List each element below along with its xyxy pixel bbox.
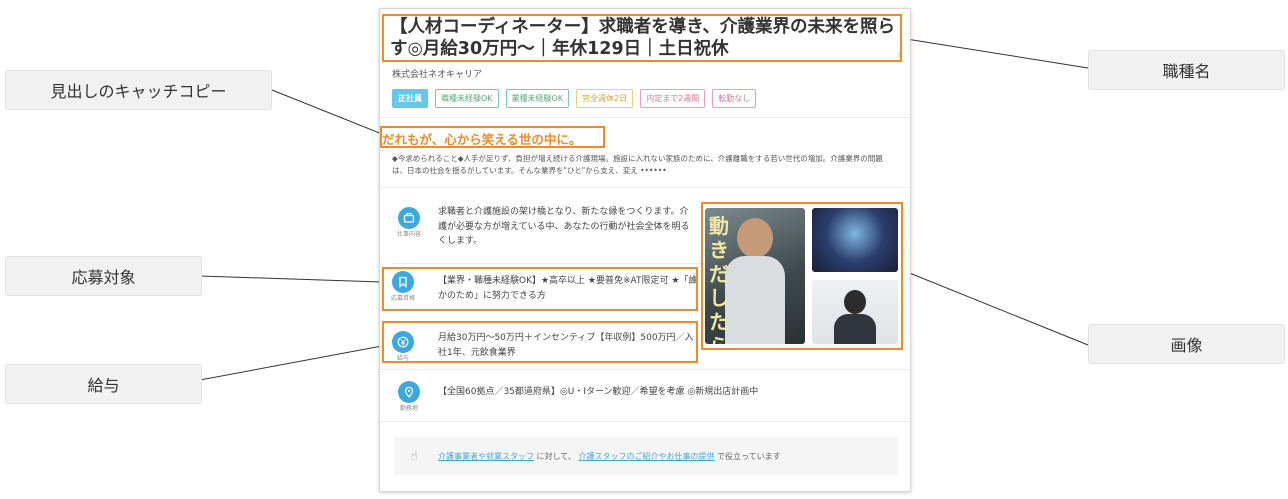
chevron-right-icon[interactable]: › [896, 47, 902, 63]
callout-target-label: 応募対象 [71, 268, 136, 287]
person-head [844, 290, 866, 314]
person-body [834, 314, 876, 344]
salary-text: 月給30万円～50万円＋インセンティブ【年収例】500万円／入社1年、元飲食業界 [438, 333, 694, 358]
divider [392, 263, 704, 264]
photo-overlay-text: 動 きだしたら 変わっていた [709, 214, 729, 344]
row-location-icon-group: 勤務地 [392, 381, 426, 412]
callout-image-label: 画像 [1170, 336, 1203, 355]
photo-event-stage[interactable] [812, 208, 898, 272]
row-label: 給与 [396, 355, 409, 362]
footer-mid-text: に対して、 [536, 452, 576, 461]
tag-industry-inexperienced: 業種未経験OK [505, 89, 570, 108]
job-description[interactable]: ◆今求められること◆人手が足りず、負担が増え続ける介護現場。施設に入れない家族の… [392, 153, 897, 177]
footer-link-providers[interactable]: 介護事業者や就業スタッフ [438, 452, 534, 461]
job-listing-card[interactable]: 【人材コーディネーター】求職者を導き、介護業界の未来を照らす◎月給30万円～｜年… [379, 8, 911, 492]
qualification-text: 【業界・職種未経験OK】★高卒以上 ★要普免※AT限定可 ★「誰かのため」に努力… [438, 276, 698, 301]
row-label: 応募資格 [390, 295, 415, 302]
row-label: 勤務地 [399, 405, 418, 412]
divider [380, 187, 910, 188]
footer-end-text: で役立っています [717, 452, 781, 461]
tag-list: 正社員 職種未経験OK 業種未経験OK 完全週休2日 内定まで2週間 転勤なし [392, 89, 757, 108]
tag-job-inexperienced: 職種未経験OK [435, 89, 499, 108]
callout-target: 応募対象 [5, 256, 202, 296]
callout-catchcopy: 見出しのキャッチコピー [5, 70, 272, 110]
row-work-content-icon-group: 仕事内容 [392, 207, 426, 238]
person-body [725, 256, 785, 344]
callout-salary: 給与 [5, 364, 202, 404]
work-content-text: 求職者と介護施設の架け橋となり、新たな縁をつくります。介護が必要な方が増えている… [438, 207, 690, 246]
tag-offer-speed: 内定まで2週間 [640, 89, 706, 108]
briefcase-icon [398, 207, 420, 229]
callout-image: 画像 [1088, 324, 1285, 364]
hand-pointer-icon: ☝ [410, 449, 418, 464]
person-head [737, 218, 773, 258]
tag-no-transfer: 転勤なし [712, 89, 757, 108]
footer-link-services[interactable]: 介護スタッフのご紹介やお仕事の提供 [578, 452, 714, 461]
yen-icon [392, 331, 414, 353]
footer-text: 介護事業者や就業スタッフ に対して、 介護スタッフのご紹介やお仕事の提供 で役立… [438, 451, 781, 462]
catchcopy-heading: だれもが、心から笑える世の中に。 [382, 132, 582, 147]
map-pin-icon [398, 381, 420, 403]
divider [380, 117, 910, 118]
photo-woman-portrait[interactable] [812, 280, 898, 344]
callout-job-type-label: 職種名 [1162, 62, 1211, 81]
row-label: 仕事内容 [396, 231, 421, 238]
job-title[interactable]: 【人材コーディネーター】求職者を導き、介護業界の未来を照らす◎月給30万円～｜年… [390, 16, 902, 60]
location-text: 【全国60拠点／35都道府県】◎U・Iターン歓迎／希望を考慮 ◎新規出店計画中 [438, 387, 759, 397]
callout-salary-label: 給与 [87, 376, 120, 395]
tag-weekly-holiday: 完全週休2日 [576, 89, 634, 108]
photo-man-portrait[interactable]: 動 きだしたら 変わっていた [705, 208, 805, 344]
row-qualification-icon-group: 応募資格 [386, 271, 420, 302]
callout-job-type: 職種名 [1088, 50, 1285, 90]
row-salary-icon-group: 給与 [386, 331, 420, 362]
bookmark-icon [392, 271, 414, 293]
callout-catchcopy-label: 見出しのキャッチコピー [50, 82, 227, 101]
tag-employment: 正社員 [392, 89, 428, 108]
divider [380, 421, 910, 422]
company-name: 株式会社ネオキャリア [392, 70, 483, 80]
divider [380, 369, 910, 370]
